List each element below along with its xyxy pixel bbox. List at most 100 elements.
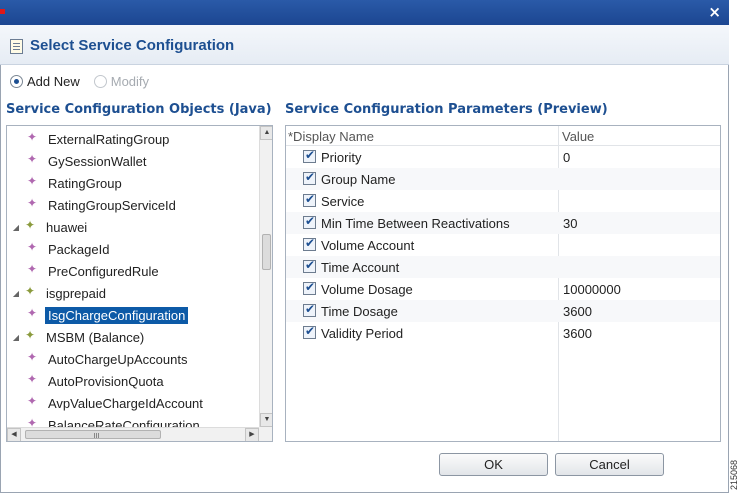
param-value[interactable]: 10000000 [563, 282, 621, 297]
param-name: Time Dosage [321, 304, 398, 319]
tree-vertical-scrollbar[interactable]: ▲ ▼ [259, 126, 272, 427]
modify-label: Modify [110, 73, 150, 89]
expand-toggle-icon[interactable]: ◢ [11, 223, 21, 232]
class-icon [27, 130, 39, 145]
expand-toggle-icon[interactable]: ◢ [11, 333, 21, 342]
param-row: Service [286, 190, 720, 212]
tree-class-node[interactable]: BalanceRateConfiguration [27, 414, 203, 427]
param-value[interactable]: 30 [563, 216, 577, 231]
value-column-header: Value [562, 129, 595, 144]
param-value[interactable]: 3600 [563, 304, 592, 319]
close-icon[interactable]: × [708, 3, 721, 21]
scroll-right-icon[interactable]: ▶ [245, 428, 259, 441]
tree-node-label: PackageId [48, 241, 110, 257]
param-row: Priority 0 [286, 146, 720, 168]
param-checkbox[interactable] [303, 192, 316, 207]
param-checkbox[interactable] [303, 170, 316, 185]
params-table-header: *Display Name Value [286, 126, 720, 146]
window-marker [0, 9, 5, 14]
param-row: Min Time Between Reactivations 30 [286, 212, 720, 234]
tree-node-label: PreConfiguredRule [48, 263, 159, 279]
document-icon [10, 39, 23, 54]
tree-node-label: BalanceRateConfiguration [48, 417, 200, 428]
param-name: Min Time Between Reactivations [321, 216, 510, 231]
class-icon [27, 174, 39, 189]
param-checkbox[interactable] [303, 258, 316, 273]
param-checkbox[interactable] [303, 214, 316, 229]
tree-horizontal-scrollbar[interactable]: ◀ ▶ [7, 427, 259, 441]
package-icon [25, 284, 37, 299]
expand-toggle-icon[interactable]: ◢ [11, 289, 21, 298]
package-icon [25, 328, 37, 343]
objects-panel-title: Service Configuration Objects (Java) [6, 102, 272, 117]
class-icon [27, 416, 39, 427]
class-icon [27, 372, 39, 387]
tree-class-node[interactable]: AutoChargeUpAccounts [27, 348, 190, 370]
modify-radio: Modify [93, 73, 150, 89]
tree-node-label: AutoProvisionQuota [48, 373, 164, 389]
tree-node-label: RatingGroupServiceId [48, 197, 176, 213]
tree-node-label: RatingGroup [48, 175, 122, 191]
param-row: Time Dosage 3600 [286, 300, 720, 322]
tree-node-label: huawei [46, 219, 88, 235]
tree-node-label: AvpValueChargeIdAccount [48, 395, 203, 411]
radio-circle [93, 74, 107, 88]
tree-class-node[interactable]: PreConfiguredRule [27, 260, 162, 282]
param-name: Volume Account [321, 238, 415, 253]
class-icon [27, 306, 39, 321]
param-name: Validity Period [321, 326, 404, 341]
params-panel-title: Service Configuration Parameters (Previe… [285, 102, 608, 117]
param-checkbox[interactable] [303, 236, 316, 251]
add-new-label: Add New [27, 73, 80, 89]
param-checkbox[interactable] [303, 302, 316, 317]
param-name: Priority [321, 150, 362, 165]
tree-class-node[interactable]: RatingGroup [27, 172, 125, 194]
tree-package-node[interactable]: ◢ huawei [11, 216, 90, 238]
tree-node-label: AutoChargeUpAccounts [48, 351, 188, 367]
tree-viewport: ExternalRatingGroup GySessionWallet Rating… [7, 126, 259, 427]
tree-class-node[interactable]: AvpValueChargeIdAccount [27, 392, 206, 414]
tree-class-node[interactable]: ExternalRatingGroup [27, 128, 172, 150]
param-name: Time Account [321, 260, 400, 275]
scroll-thumb[interactable] [262, 234, 271, 270]
figure-tag: 215068 [729, 458, 741, 494]
scroll-corner [259, 427, 272, 441]
display-name-column-header: *Display Name [288, 129, 374, 144]
objects-tree[interactable]: ExternalRatingGroup GySessionWallet Rating… [6, 125, 273, 442]
radio-circle[interactable] [10, 74, 23, 88]
scroll-thumb-horizontal[interactable] [25, 430, 161, 439]
tree-node-label: isgprepaid [46, 285, 106, 301]
param-row: Group Name [286, 168, 720, 190]
add-new-radio[interactable]: Add New [10, 74, 80, 89]
tree-node-label: GySessionWallet [48, 153, 147, 169]
tree-class-node[interactable]: IsgChargeConfiguration [27, 304, 189, 326]
dialog-title: Select Service Configuration [30, 37, 235, 54]
param-row: Validity Period 3600 [286, 322, 720, 344]
param-checkbox[interactable] [303, 148, 316, 163]
tree-class-node[interactable]: GySessionWallet [27, 150, 150, 172]
tree-class-node[interactable]: AutoProvisionQuota [27, 370, 167, 392]
class-icon [27, 350, 39, 365]
param-name: Service [321, 194, 365, 209]
params-table: *Display Name Value Priority 0 Group Name S… [285, 125, 721, 442]
tree-class-node[interactable]: PackageId [27, 238, 112, 260]
param-value[interactable]: 0 [563, 150, 570, 165]
tree-package-node[interactable]: ◢ MSBM (Balance) [11, 326, 147, 348]
scroll-left-icon[interactable]: ◀ [7, 428, 21, 441]
cancel-button[interactable]: Cancel [555, 453, 664, 476]
tree-package-node[interactable]: ◢ isgprepaid [11, 282, 109, 304]
figure-tag-text: 215068 [729, 459, 740, 491]
class-icon [27, 262, 39, 277]
param-row: Volume Account [286, 234, 720, 256]
scroll-down-icon[interactable]: ▼ [260, 413, 272, 427]
tree-class-node[interactable]: RatingGroupServiceId [27, 194, 179, 216]
param-row: Time Account [286, 256, 720, 278]
param-checkbox[interactable] [303, 324, 316, 339]
tree-node-label: MSBM (Balance) [46, 329, 145, 345]
scroll-up-icon[interactable]: ▲ [260, 126, 272, 140]
ok-button[interactable]: OK [439, 453, 548, 476]
dialog-header: Select Service Configuration [0, 25, 729, 65]
package-icon [25, 218, 37, 233]
param-value[interactable]: 3600 [563, 326, 592, 341]
param-checkbox[interactable] [303, 280, 316, 295]
